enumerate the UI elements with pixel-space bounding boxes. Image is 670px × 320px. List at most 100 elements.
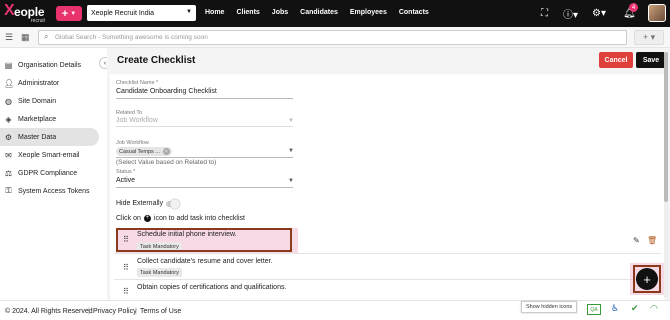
hidden-icons-tooltip: Show hidden icons bbox=[521, 301, 578, 313]
sidebar-item-label: Marketplace bbox=[18, 115, 57, 123]
status-chevron-icon[interactable]: ▼ bbox=[288, 178, 294, 184]
sidebar-item-label: GDPR Compliance bbox=[18, 169, 78, 177]
check-circle-icon[interactable]: ✔ bbox=[631, 303, 639, 314]
gdpr-icon: ⚖ bbox=[4, 168, 13, 178]
top-navbar: X eople recruit + ▼ Xeople Recruit India … bbox=[0, 0, 670, 27]
quick-add-label: + bbox=[61, 7, 69, 20]
add-task-fab[interactable]: + bbox=[636, 268, 658, 290]
related-to-chevron-icon: ▼ bbox=[288, 118, 294, 124]
nav-candidates[interactable]: Candidates bbox=[300, 9, 338, 16]
logo-subtitle: recruit bbox=[31, 18, 45, 24]
instruction-suffix: icon to add task into checklist bbox=[153, 215, 245, 222]
settings-sidebar: ▤ Organisation Details 👤︎ Administrator ◍ S… bbox=[0, 48, 105, 298]
nav-employees[interactable]: Employees bbox=[350, 9, 387, 16]
hide-externally-toggle[interactable] bbox=[166, 199, 180, 209]
delete-icon[interactable]: 🗑︎ bbox=[647, 236, 657, 245]
task-mandatory-tag: Task Mandatory bbox=[137, 268, 182, 277]
list-view-icon[interactable]: ☰ bbox=[5, 32, 15, 42]
logo-word: eople bbox=[14, 5, 45, 19]
search-bar-row: ☰ ▦ ⌕ Global Search - Something awesome … bbox=[0, 27, 670, 48]
avatar[interactable] bbox=[648, 4, 666, 22]
job-workflow-chevron-icon[interactable]: ▼ bbox=[288, 148, 294, 154]
instruction-prefix: Click on bbox=[116, 215, 141, 222]
sidebar-item-label: Site Domain bbox=[18, 97, 57, 105]
page-scrollbar-thumb[interactable] bbox=[664, 52, 668, 202]
search-icon: ⌕ bbox=[44, 32, 49, 41]
task-row[interactable]: ⠿ Obtain copies of certifications and qu… bbox=[114, 282, 661, 300]
checklist-name-label: Checklist Name * bbox=[116, 80, 159, 86]
related-to-underline bbox=[116, 126, 293, 127]
chip-remove-icon[interactable]: × bbox=[162, 148, 170, 155]
status-select[interactable]: Active bbox=[116, 177, 135, 184]
chevron-down-icon: ▼ bbox=[186, 9, 192, 15]
cancel-button[interactable]: Cancel bbox=[599, 52, 633, 68]
add-dropdown-button[interactable]: + ▾ bbox=[634, 30, 664, 45]
sidebar-item-site-domain[interactable]: ◍ Site Domain bbox=[0, 92, 99, 110]
add-task-instruction: Click on + icon to add task into checkli… bbox=[116, 215, 245, 222]
email-icon: ✉ bbox=[5, 150, 12, 160]
sidebar-item-master-data[interactable]: ⚙ Master Data bbox=[0, 128, 99, 146]
diamond-icon: ◈ bbox=[5, 114, 12, 124]
key-icon: ⚿ bbox=[5, 186, 12, 195]
xeople-logo[interactable]: X eople recruit bbox=[4, 2, 54, 26]
job-workflow-helper-text: (Select Value based on Related to) bbox=[116, 159, 217, 166]
sidebar-item-label: Xeople Smart-email bbox=[18, 151, 80, 159]
checklist-name-underline bbox=[116, 98, 293, 99]
organisation-select-value: Xeople Recruit India bbox=[91, 9, 155, 17]
help-icon[interactable]: ⓘ▾ bbox=[563, 0, 578, 27]
main-nav: Home Clients Jobs Candidates Employees C… bbox=[205, 9, 429, 16]
checklist-form-card: Checklist Name * Candidate Onboarding Ch… bbox=[110, 74, 665, 300]
sidebar-item-label: Master Data bbox=[18, 133, 57, 141]
drag-handle-icon[interactable]: ⠿ bbox=[123, 263, 129, 272]
privacy-policy-link[interactable]: Privacy Policy bbox=[93, 308, 137, 315]
task-title: Obtain copies of certifications and qual… bbox=[137, 284, 287, 291]
organisation-select[interactable]: Xeople Recruit India ▼ bbox=[87, 5, 196, 21]
search-placeholder: Global Search - Something awesome is com… bbox=[55, 34, 208, 41]
job-workflow-chip-label: Casual Temps ... bbox=[119, 148, 160, 155]
task-highlight-box bbox=[116, 228, 292, 252]
nav-clients[interactable]: Clients bbox=[236, 9, 259, 16]
edit-icon[interactable]: ✎ bbox=[633, 236, 640, 245]
sidebar-item-organisation-details[interactable]: ▤ Organisation Details bbox=[0, 56, 99, 74]
accessibility-icon[interactable]: ♿︎ bbox=[611, 303, 619, 314]
building-icon: ▤ bbox=[4, 60, 13, 70]
sidebar-item-label: Organisation Details bbox=[18, 61, 82, 69]
task-row[interactable]: ⠿ Collect candidate's resume and cover l… bbox=[114, 256, 661, 280]
quick-add-button[interactable]: + ▼ bbox=[56, 6, 82, 21]
checklist-name-input[interactable]: Candidate Onboarding Checklist bbox=[116, 88, 217, 95]
user-icon: 👤︎ bbox=[4, 78, 15, 88]
sidebar-item-gdpr-compliance[interactable]: ⚖ GDPR Compliance bbox=[0, 164, 99, 182]
fullscreen-icon[interactable]: ⛶ bbox=[541, 0, 548, 27]
footer-separator: | bbox=[135, 308, 137, 315]
gear-icon[interactable]: ⚙▾ bbox=[592, 0, 606, 27]
sidebar-item-label: Administrator bbox=[18, 79, 60, 87]
sidebar-item-administrator[interactable]: 👤︎ Administrator bbox=[0, 74, 99, 92]
copyright-text: © 2024. All Rights Reserved bbox=[5, 308, 93, 315]
job-workflow-underline bbox=[116, 157, 293, 158]
qa-badge[interactable]: QA bbox=[587, 304, 601, 315]
main-content: Create Checklist Cancel Save Checklist N… bbox=[107, 48, 670, 300]
wifi-icon[interactable]: ◠ bbox=[650, 303, 658, 314]
sidebar-item-system-access-tokens[interactable]: ⚿ System Access Tokens bbox=[0, 182, 99, 200]
nav-home[interactable]: Home bbox=[205, 9, 224, 16]
hide-externally-label: Hide Externally bbox=[116, 200, 164, 207]
job-workflow-chip[interactable]: Casual Temps ... × bbox=[116, 147, 172, 156]
task-title: Collect candidate's resume and cover let… bbox=[137, 258, 273, 265]
sidebar-item-label: System Access Tokens bbox=[18, 187, 90, 195]
globe-icon: ◍ bbox=[5, 96, 12, 106]
page-title: Create Checklist bbox=[117, 55, 196, 66]
notification-count-badge: 4 bbox=[629, 3, 638, 12]
related-to-select: Job Workflow bbox=[116, 117, 158, 124]
drag-handle-icon[interactable]: ⠿ bbox=[123, 287, 129, 296]
nav-contacts[interactable]: Contacts bbox=[399, 9, 429, 16]
related-to-label: Related To bbox=[116, 110, 143, 116]
terms-of-use-link[interactable]: Terms of Use bbox=[140, 308, 181, 315]
sidebar-item-marketplace[interactable]: ◈ Marketplace bbox=[0, 110, 99, 128]
save-button[interactable]: Save bbox=[636, 52, 666, 68]
footer-separator: | bbox=[88, 308, 90, 315]
global-search-input[interactable]: ⌕ Global Search - Something awesome is c… bbox=[38, 30, 627, 45]
sidebar-item-smart-email[interactable]: ✉ Xeople Smart-email bbox=[0, 146, 99, 164]
nav-jobs[interactable]: Jobs bbox=[272, 9, 288, 16]
add-circle-icon: + bbox=[143, 215, 151, 222]
grid-view-icon[interactable]: ▦ bbox=[21, 32, 31, 42]
